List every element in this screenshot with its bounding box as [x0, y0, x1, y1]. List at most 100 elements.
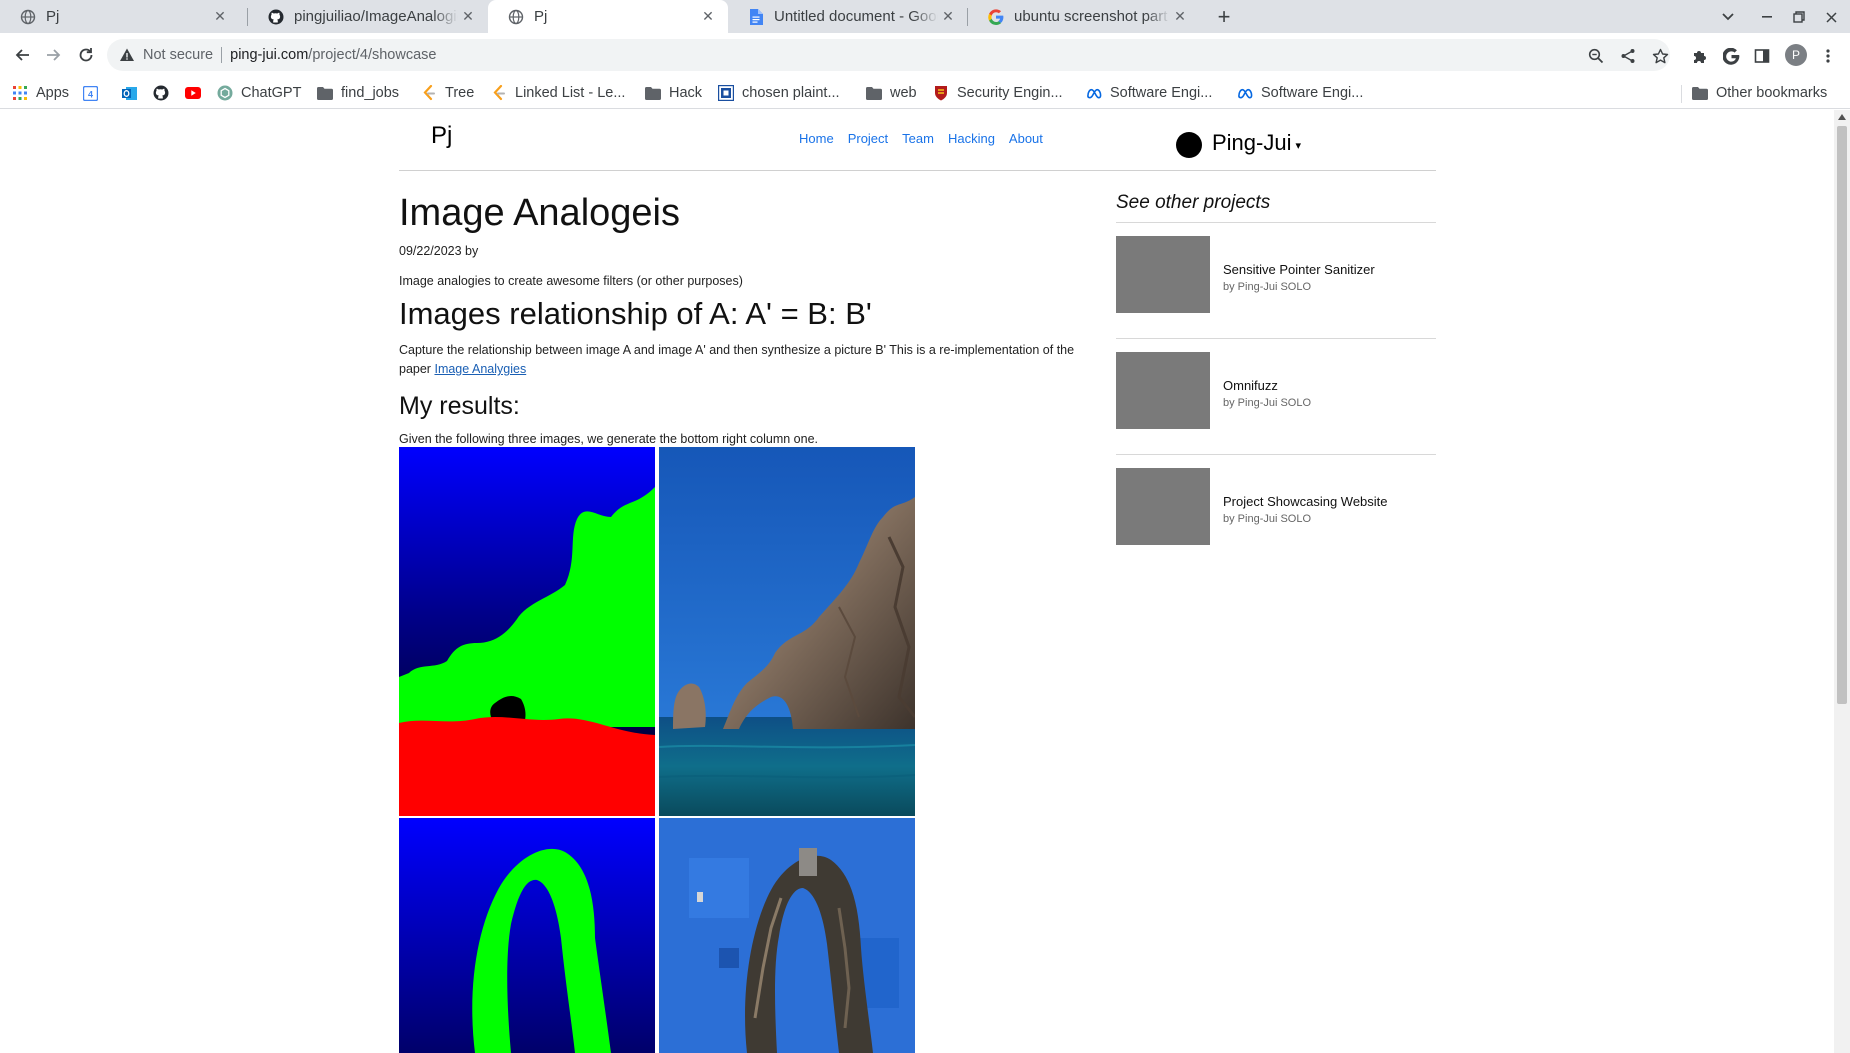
- bookmark-github[interactable]: [153, 82, 177, 104]
- tab-pj-active[interactable]: Pj ✕: [488, 0, 728, 33]
- project-card-project-showcasing-website[interactable]: Project Showcasing Website by Ping-Jui S…: [1116, 468, 1436, 545]
- nav-home[interactable]: Home: [799, 131, 834, 146]
- bookmark-label: find_jobs: [341, 85, 400, 101]
- tab-pj-1[interactable]: Pj ✕: [0, 0, 240, 33]
- project-card-omnifuzz[interactable]: Omnifuzz by Ping-Jui SOLO: [1116, 352, 1436, 429]
- bookmark-label: Security Engin...: [957, 85, 1063, 101]
- bookmark-label: ChatGPT: [241, 85, 302, 101]
- description-paragraph: Capture the relationship between image A…: [399, 341, 1079, 379]
- globe-icon: [20, 9, 36, 25]
- bookmark-folder-web[interactable]: web: [866, 82, 917, 104]
- new-tab-button[interactable]: +: [1212, 4, 1236, 29]
- post-date: 09/22/2023 by: [399, 244, 479, 258]
- bookmark-software-engineer-2[interactable]: Software Engi...: [1237, 82, 1363, 104]
- close-window-icon[interactable]: [1820, 6, 1842, 28]
- nav-hacking[interactable]: Hacking: [948, 131, 995, 146]
- menu-kebab-icon[interactable]: [1818, 46, 1838, 66]
- browser-toolbar: Not secure ping-jui.com/project/4/showca…: [0, 33, 1850, 77]
- chatgpt-icon: [217, 85, 233, 101]
- bookmark-tree[interactable]: Tree: [421, 82, 474, 104]
- tab-google-docs[interactable]: Untitled document - Google Docs ✕: [728, 0, 968, 33]
- bookmarks-separator: [1681, 85, 1682, 103]
- scroll-up-icon[interactable]: [1838, 114, 1846, 120]
- project-name[interactable]: Project Showcasing Website: [1223, 494, 1388, 509]
- extensions-icon[interactable]: [1690, 46, 1710, 66]
- sidebar-divider: [1116, 222, 1436, 223]
- bookmarks-bar: Apps 4 ChatGPT find_jobs Tree Linked Lis…: [0, 77, 1850, 109]
- close-icon[interactable]: ✕: [698, 7, 718, 27]
- page-scrollbar[interactable]: [1834, 110, 1850, 1053]
- folder-icon: [1692, 85, 1708, 101]
- project-thumbnail[interactable]: [1116, 468, 1210, 545]
- project-thumbnail[interactable]: [1116, 352, 1210, 429]
- bookmark-chatgpt[interactable]: ChatGPT: [217, 82, 301, 104]
- github-icon: [153, 85, 169, 101]
- tab-strip: Pj ✕ pingjuiliao/ImageAnalogies ✕ Pj ✕ U…: [0, 0, 1850, 33]
- restore-icon[interactable]: [1788, 6, 1810, 28]
- zoom-icon[interactable]: [1587, 47, 1605, 65]
- project-card-sensitive-pointer-sanitizer[interactable]: Sensitive Pointer Sanitizer by Ping-Jui …: [1116, 236, 1436, 313]
- bookmark-label: Apps: [36, 85, 70, 101]
- project-thumbnail[interactable]: [1116, 236, 1210, 313]
- leetcode-icon: [421, 85, 437, 101]
- url-path: /project/4/showcase: [308, 47, 437, 63]
- image-a-prime-photo: [659, 447, 915, 816]
- bookmark-calendar[interactable]: 4: [82, 82, 106, 104]
- site-brand[interactable]: Pj: [431, 122, 452, 150]
- bookmark-folder-find-jobs[interactable]: find_jobs: [317, 82, 399, 104]
- bookmark-chosen-plaintext[interactable]: chosen plaint...: [718, 82, 840, 104]
- bookmark-label: web: [890, 85, 917, 101]
- bookmark-linked-list[interactable]: Linked List - Le...: [491, 82, 625, 104]
- tab-title: ubuntu screenshot part of screen: [1014, 8, 1170, 25]
- address-bar[interactable]: Not secure ping-jui.com/project/4/showca…: [107, 39, 1670, 71]
- bookmark-youtube[interactable]: [185, 82, 209, 104]
- google-account-icon[interactable]: [1721, 46, 1741, 66]
- user-menu[interactable]: Ping-Jui ▾: [1176, 128, 1301, 158]
- paper-link[interactable]: Image Analygies: [434, 362, 526, 376]
- profile-avatar[interactable]: P: [1785, 44, 1807, 66]
- nav-team[interactable]: Team: [902, 131, 934, 146]
- forward-button[interactable]: [40, 41, 68, 69]
- share-icon[interactable]: [1619, 47, 1637, 65]
- bookmark-folder-hack[interactable]: Hack: [645, 82, 702, 104]
- project-name[interactable]: Omnifuzz: [1223, 378, 1278, 393]
- docs-icon: [748, 8, 764, 25]
- tab-search-icon[interactable]: [1717, 6, 1739, 28]
- scrollbar-thumb[interactable]: [1837, 126, 1847, 704]
- sidebar-divider: [1116, 454, 1436, 455]
- tab-title: Pj: [534, 8, 548, 25]
- outlook-icon: [121, 85, 137, 101]
- tab-github[interactable]: pingjuiliao/ImageAnalogies ✕: [248, 0, 488, 33]
- bookmark-star-icon[interactable]: [1651, 47, 1669, 65]
- close-icon[interactable]: ✕: [938, 7, 958, 27]
- page-viewport: Pj Home Project Team Hacking About Ping-…: [0, 110, 1834, 1053]
- back-button[interactable]: [8, 41, 36, 69]
- close-icon[interactable]: ✕: [1170, 7, 1190, 27]
- tab-title: pingjuiliao/ImageAnalogies: [294, 8, 458, 25]
- nav-about[interactable]: About: [1009, 131, 1043, 146]
- image-a-mask: [399, 447, 655, 816]
- other-bookmarks[interactable]: Other bookmarks: [1692, 82, 1827, 104]
- caret-down-icon: ▾: [1295, 139, 1302, 152]
- close-icon[interactable]: ✕: [458, 7, 478, 27]
- project-name[interactable]: Sensitive Pointer Sanitizer: [1223, 262, 1375, 277]
- nav-project[interactable]: Project: [848, 131, 888, 146]
- warning-icon[interactable]: [119, 47, 135, 63]
- url-host: ping-jui.com: [230, 47, 309, 63]
- side-panel-icon[interactable]: [1752, 46, 1772, 66]
- project-author: by Ping-Jui SOLO: [1223, 397, 1312, 409]
- security-status[interactable]: Not secure: [143, 47, 213, 63]
- sidebar-divider: [1116, 338, 1436, 339]
- bookmark-software-engineer-1[interactable]: Software Engi...: [1086, 82, 1212, 104]
- minimize-icon[interactable]: [1756, 6, 1778, 28]
- close-icon[interactable]: ✕: [210, 7, 230, 27]
- image-b-prime-result: [659, 818, 915, 1053]
- bookmark-apps[interactable]: Apps: [12, 82, 69, 104]
- folder-icon: [866, 85, 882, 101]
- bookmark-security-engineer[interactable]: Security Engin...: [933, 82, 1063, 104]
- tab-google-search[interactable]: ubuntu screenshot part of screen ✕: [968, 0, 1200, 33]
- site-nav: Home Project Team Hacking About: [799, 131, 1043, 146]
- reload-button[interactable]: [72, 41, 100, 69]
- github-icon: [268, 9, 284, 25]
- bookmark-outlook[interactable]: [121, 82, 145, 104]
